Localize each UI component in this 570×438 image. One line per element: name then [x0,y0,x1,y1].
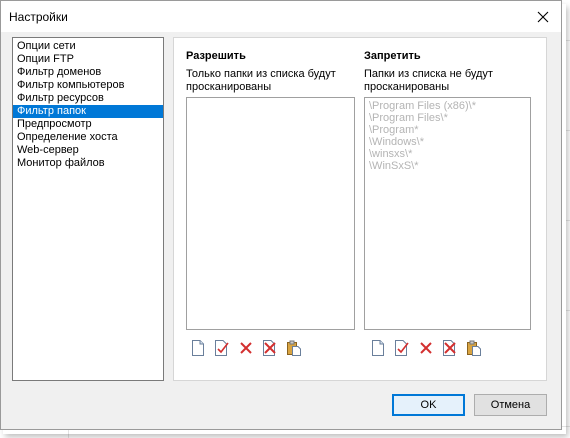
sidebar-item[interactable]: Фильтр компьютеров [13,79,163,92]
sidebar-item[interactable]: Фильтр папок [13,105,163,118]
new-item-icon [191,340,205,356]
background-line [566,130,570,131]
new-item-button[interactable] [190,340,206,356]
delete-button[interactable] [238,340,254,356]
sidebar-item[interactable]: Фильтр доменов [13,66,163,79]
edit-item-icon [394,340,410,356]
delete-icon [239,341,253,355]
delete-all-button[interactable] [262,340,278,356]
folder-filter-panel: Разрешить Только папки из списка будут п… [173,37,547,381]
sidebar-item[interactable]: Фильтр ресурсов [13,92,163,105]
folder-list-item[interactable]: \Program* [369,124,526,136]
delete-all-icon [262,340,278,356]
edit-item-button[interactable] [214,340,230,356]
deny-description: Папки из списка не будут просканированы [364,68,493,93]
allow-folder-list[interactable] [186,97,355,330]
new-item-button[interactable] [370,340,386,356]
sidebar-item[interactable]: Определение хоста [13,131,163,144]
window-title: Настройки [9,10,68,24]
folder-list-item[interactable]: \Program Files (x86)\* [369,100,526,112]
settings-dialog: Настройки Опции сети Опции FTP Фильтр доме… [0,0,562,430]
folder-list-item[interactable]: \winsxs\* [369,148,526,160]
sidebar-item[interactable]: Опции FTP [13,53,163,66]
delete-all-icon [442,340,458,356]
folder-list-item[interactable]: \Windows\* [369,136,526,148]
sidebar-item[interactable]: Опции сети [13,40,163,53]
ok-button[interactable]: OK [392,394,465,416]
paste-button[interactable] [286,340,302,356]
allow-description: Только папки из списка будут просканиров… [186,68,336,93]
deny-toolbar [370,340,490,356]
background-line [566,40,570,41]
background-line [566,310,570,311]
paste-button[interactable] [466,340,482,356]
background-line [566,220,570,221]
delete-button[interactable] [418,340,434,356]
deny-folder-list[interactable]: \Program Files (x86)\* \Program Files\* \P… [364,97,531,330]
sidebar-item[interactable]: Монитор файлов [13,157,163,170]
paste-icon [286,340,302,356]
folder-list-item[interactable]: \WinSxS\* [369,160,526,172]
allow-toolbar [190,340,310,356]
settings-category-list[interactable]: Опции сети Опции FTP Фильтр доменов Фильтр … [12,37,164,381]
title-bar: Настройки [1,1,561,32]
paste-icon [466,340,482,356]
sidebar-item[interactable]: Предпросмотр [13,118,163,131]
allow-heading: Разрешить [186,50,246,62]
delete-all-button[interactable] [442,340,458,356]
deny-heading: Запретить [364,50,421,62]
new-item-icon [371,340,385,356]
edit-item-icon [214,340,230,356]
cancel-button[interactable]: Отмена [474,394,547,416]
close-button[interactable] [525,1,561,32]
close-icon [537,11,549,22]
edit-item-button[interactable] [394,340,410,356]
sidebar-item[interactable]: Web-сервер [13,144,163,157]
delete-icon [419,341,433,355]
folder-list-item[interactable]: \Program Files\* [369,112,526,124]
background-line [68,430,69,438]
